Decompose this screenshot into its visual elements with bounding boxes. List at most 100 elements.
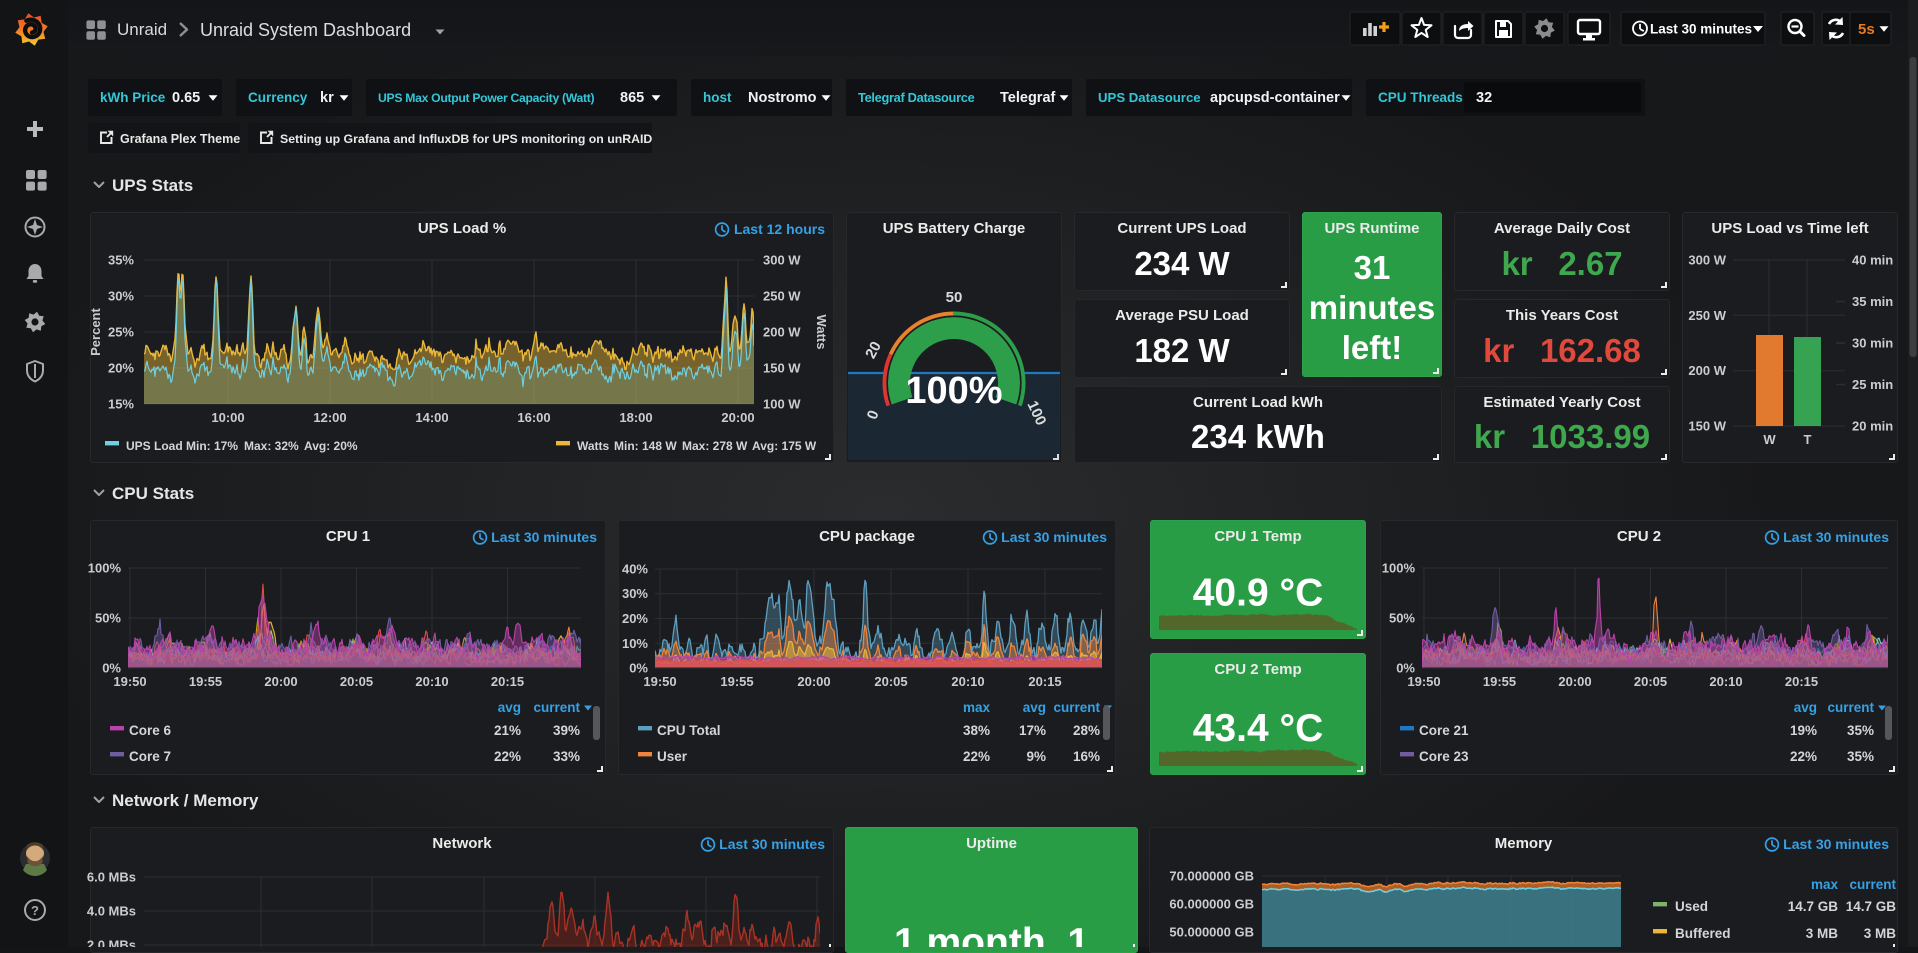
- svg-text:43.4 °C: 43.4 °C: [1193, 707, 1324, 750]
- svg-text:left!: left!: [1342, 329, 1403, 366]
- svg-text:35%: 35%: [1847, 723, 1874, 738]
- svg-text:16:00: 16:00: [517, 410, 550, 425]
- svg-text:31: 31: [1354, 249, 1391, 286]
- svg-text:Network / Memory: Network / Memory: [112, 791, 259, 810]
- svg-text:20:00: 20:00: [797, 674, 830, 689]
- svg-text:This Years Cost: This Years Cost: [1506, 307, 1618, 324]
- svg-text:20:15: 20:15: [1028, 674, 1061, 689]
- svg-text:234 kWh: 234 kWh: [1191, 418, 1325, 455]
- svg-text:60.000000 GB: 60.000000 GB: [1169, 897, 1254, 912]
- svg-text:30 min: 30 min: [1852, 336, 1893, 351]
- svg-text:30%: 30%: [622, 586, 648, 601]
- svg-text:20:15: 20:15: [491, 674, 524, 689]
- svg-text:234 W: 234 W: [1134, 245, 1230, 282]
- svg-text:CPU 2: CPU 2: [1617, 528, 1661, 545]
- svg-text:UPS Load: UPS Load: [126, 439, 183, 453]
- svg-text:Last 30 minutes: Last 30 minutes: [1650, 22, 1752, 37]
- svg-text:9%: 9%: [1026, 749, 1046, 764]
- svg-text:6.0 MBs: 6.0 MBs: [87, 870, 136, 885]
- svg-text:T: T: [1804, 432, 1812, 447]
- svg-text:20:05: 20:05: [1634, 674, 1667, 689]
- svg-text:CPU 1: CPU 1: [326, 528, 370, 545]
- svg-text:Last 30 minutes: Last 30 minutes: [1783, 529, 1889, 545]
- svg-text:UPS Load vs Time left: UPS Load vs Time left: [1711, 220, 1868, 237]
- svg-text:Average PSU Load: Average PSU Load: [1115, 307, 1249, 324]
- svg-text:Max: 278 W: Max: 278 W: [682, 439, 748, 453]
- svg-text:Core 6: Core 6: [129, 723, 172, 738]
- svg-text:W: W: [1763, 432, 1776, 447]
- svg-text:UPS Stats: UPS Stats: [112, 176, 193, 195]
- svg-text:300 W: 300 W: [1688, 253, 1726, 268]
- svg-text:1 month, 1: 1 month, 1: [894, 921, 1089, 947]
- svg-text:UPS Max Output Power Capacity: UPS Max Output Power Capacity (Watt): [378, 91, 595, 105]
- svg-text:kr 1033.99: kr 1033.99: [1474, 418, 1650, 455]
- svg-text:Setting up Grafana and InfluxD: Setting up Grafana and InfluxDB for UPS …: [280, 132, 652, 146]
- svg-text:3 MB: 3 MB: [1864, 926, 1897, 941]
- svg-text:250 W: 250 W: [763, 289, 801, 304]
- svg-text:300 W: 300 W: [763, 253, 801, 268]
- svg-text:Buffered: Buffered: [1675, 926, 1731, 941]
- svg-text:22%: 22%: [1790, 749, 1817, 764]
- svg-text:865: 865: [620, 90, 644, 106]
- svg-text:Percent: Percent: [88, 307, 103, 355]
- svg-text:Network: Network: [432, 835, 492, 852]
- svg-text:Last 12 hours: Last 12 hours: [734, 221, 825, 237]
- svg-text:200 W: 200 W: [1688, 363, 1726, 378]
- svg-text:40 min: 40 min: [1852, 253, 1893, 268]
- svg-text:current: current: [1849, 877, 1896, 892]
- svg-text:19:55: 19:55: [189, 674, 222, 689]
- svg-text:14.7 GB: 14.7 GB: [1846, 899, 1897, 914]
- svg-text:17%: 17%: [1019, 723, 1046, 738]
- svg-text:19%: 19%: [1790, 723, 1817, 738]
- svg-text:200 W: 200 W: [763, 325, 801, 340]
- svg-text:CPU 2 Temp: CPU 2 Temp: [1214, 661, 1301, 678]
- svg-text:current: current: [533, 700, 580, 715]
- svg-text:50%: 50%: [1389, 611, 1415, 626]
- svg-text:Unraid System Dashboard: Unraid System Dashboard: [200, 20, 411, 40]
- svg-text:35%: 35%: [1847, 749, 1874, 764]
- svg-text:19:55: 19:55: [720, 674, 753, 689]
- svg-text:0.65: 0.65: [172, 90, 200, 106]
- svg-text:16%: 16%: [1073, 749, 1100, 764]
- svg-text:CPU 1 Temp: CPU 1 Temp: [1214, 528, 1301, 545]
- svg-text:20:00: 20:00: [721, 410, 754, 425]
- svg-text:Min: 17%: Min: 17%: [186, 439, 238, 453]
- svg-text:apcupsd-container: apcupsd-container: [1210, 90, 1340, 106]
- svg-text:28%: 28%: [1073, 723, 1100, 738]
- svg-text:20: 20: [862, 339, 885, 362]
- svg-text:UPS Load %: UPS Load %: [418, 220, 506, 237]
- svg-text:Min: 148 W: Min: 148 W: [614, 439, 677, 453]
- svg-text:20:10: 20:10: [415, 674, 448, 689]
- svg-text:25%: 25%: [108, 325, 134, 340]
- svg-text:Unraid: Unraid: [117, 20, 167, 39]
- svg-text:Grafana Plex Theme: Grafana Plex Theme: [120, 132, 240, 146]
- svg-text:19:50: 19:50: [1407, 674, 1440, 689]
- svg-text:39%: 39%: [553, 723, 580, 738]
- svg-text:UPS Runtime: UPS Runtime: [1324, 220, 1419, 237]
- svg-text:21%: 21%: [494, 723, 521, 738]
- svg-text:20:05: 20:05: [874, 674, 907, 689]
- svg-text:CPU package: CPU package: [819, 528, 915, 545]
- svg-text:Avg: 175 W: Avg: 175 W: [752, 439, 817, 453]
- svg-text:Last 30 minutes: Last 30 minutes: [719, 836, 825, 852]
- svg-text:kr 2.67: kr 2.67: [1501, 245, 1622, 282]
- svg-text:Currency: Currency: [248, 90, 308, 105]
- svg-text:kWh Price: kWh Price: [100, 90, 166, 105]
- svg-text:avg: avg: [1794, 700, 1817, 715]
- svg-text:30%: 30%: [108, 289, 134, 304]
- svg-text:CPU Stats: CPU Stats: [112, 484, 194, 503]
- svg-text:current: current: [1827, 700, 1874, 715]
- svg-text:Telegraf: Telegraf: [1000, 90, 1056, 106]
- svg-text:10:00: 10:00: [211, 410, 244, 425]
- svg-text:50.000000 GB: 50.000000 GB: [1169, 925, 1254, 940]
- svg-text:Nostromo: Nostromo: [748, 90, 817, 106]
- svg-text:32: 32: [1476, 90, 1492, 106]
- svg-text:kr: kr: [320, 90, 334, 106]
- svg-text:18:00: 18:00: [619, 410, 652, 425]
- svg-text:20:15: 20:15: [1785, 674, 1818, 689]
- svg-text:Uptime: Uptime: [966, 835, 1017, 852]
- svg-text:User: User: [657, 749, 688, 764]
- svg-text:100 W: 100 W: [763, 397, 801, 412]
- svg-text:35 min: 35 min: [1852, 294, 1893, 309]
- svg-text:40.9 °C: 40.9 °C: [1193, 572, 1324, 615]
